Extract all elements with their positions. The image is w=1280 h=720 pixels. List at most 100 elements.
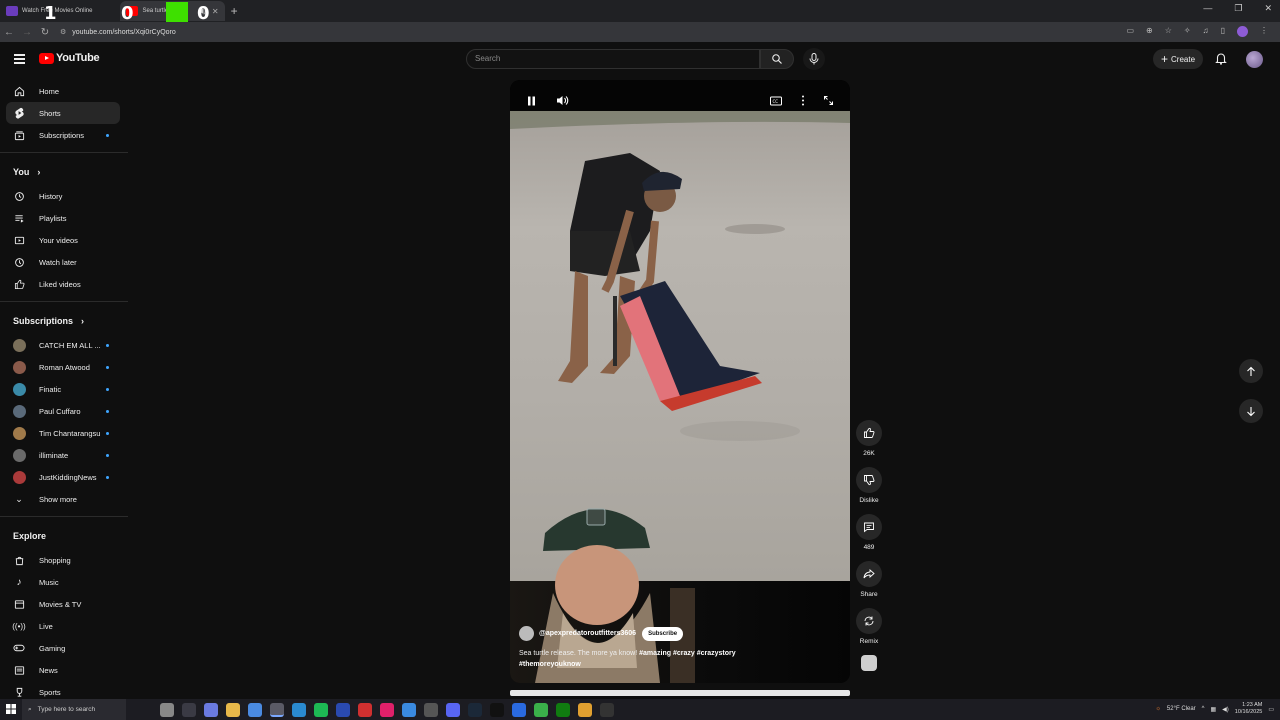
minimize-icon[interactable]: — bbox=[1203, 3, 1212, 14]
sidebar-item-live[interactable]: ((•)) Live bbox=[0, 615, 128, 637]
windows-start-button[interactable] bbox=[0, 701, 22, 719]
discord-icon[interactable] bbox=[446, 702, 460, 717]
sidebar-item-gaming[interactable]: Gaming bbox=[0, 637, 128, 659]
weather-text[interactable]: 52°F Clear bbox=[1167, 706, 1196, 712]
previous-short-button[interactable] bbox=[1239, 359, 1263, 383]
share-action[interactable]: Share bbox=[855, 561, 883, 598]
store-icon[interactable] bbox=[248, 702, 262, 717]
pause-button[interactable] bbox=[527, 93, 536, 111]
forward-icon[interactable]: → bbox=[18, 27, 36, 38]
sidebar-subscription-item[interactable]: Paul Cuffaro bbox=[0, 400, 128, 422]
sidebar-subscription-item[interactable]: Tim Chantarangsu bbox=[0, 422, 128, 444]
show-more-button[interactable]: ⌄ Show more bbox=[0, 488, 128, 510]
voice-search-button[interactable] bbox=[803, 48, 825, 70]
back-icon[interactable]: ← bbox=[0, 27, 18, 38]
speaker-icon[interactable]: ◀) bbox=[1222, 706, 1229, 713]
address-bar[interactable]: youtube.com/shorts/Xqi0rCyQoro bbox=[72, 29, 176, 36]
media-icon[interactable]: ♫ bbox=[1203, 26, 1209, 37]
search-button[interactable] bbox=[760, 49, 794, 69]
reload-icon[interactable]: ↻ bbox=[36, 27, 54, 38]
zoom-icon[interactable]: ⊕ bbox=[1146, 26, 1153, 37]
account-avatar[interactable] bbox=[1246, 51, 1263, 68]
app-icon[interactable] bbox=[600, 702, 614, 717]
file-explorer-icon[interactable] bbox=[226, 702, 240, 717]
taskbar-app-icon[interactable] bbox=[160, 702, 174, 717]
site-info-icon[interactable]: ⚙ bbox=[60, 28, 66, 36]
hamburger-menu-icon[interactable] bbox=[14, 54, 25, 66]
maximize-icon[interactable]: ❐ bbox=[1234, 3, 1242, 14]
channel-avatar[interactable] bbox=[519, 626, 534, 641]
like-action[interactable]: 26K bbox=[855, 420, 883, 457]
copilot-icon[interactable] bbox=[204, 702, 218, 717]
remix-button[interactable] bbox=[856, 608, 882, 634]
captions-button[interactable]: CC bbox=[770, 93, 782, 111]
sidebar-item-shorts[interactable]: Shorts bbox=[6, 102, 120, 124]
sidebar-item-subscriptions[interactable]: Subscriptions bbox=[0, 124, 128, 146]
network-icon[interactable]: ▦ bbox=[1211, 706, 1217, 713]
kick-icon[interactable] bbox=[490, 702, 504, 717]
steam-icon[interactable] bbox=[468, 702, 482, 717]
short-description[interactable]: Sea turtle release. The more ya know! #a… bbox=[519, 648, 779, 670]
notification-center-icon[interactable]: ▭ bbox=[1268, 706, 1274, 713]
dislike-button[interactable] bbox=[856, 467, 882, 493]
app-icon[interactable] bbox=[402, 702, 416, 717]
sidebar-item-playlists[interactable]: Playlists bbox=[0, 207, 128, 229]
taskbar-search[interactable]: ⌕ Type here to search bbox=[22, 699, 126, 720]
clock[interactable]: 1:23 AM 10/16/2025 bbox=[1235, 702, 1263, 716]
fullscreen-button[interactable] bbox=[823, 93, 834, 111]
sidebar-item-home[interactable]: Home bbox=[0, 80, 128, 102]
comments-button[interactable] bbox=[856, 514, 882, 540]
edge-icon[interactable] bbox=[292, 702, 306, 717]
close-tab-icon[interactable]: ✕ bbox=[212, 7, 219, 16]
profile-avatar-icon[interactable] bbox=[1237, 26, 1248, 37]
create-button[interactable]: + Create bbox=[1153, 49, 1203, 69]
close-window-icon[interactable]: ✕ bbox=[1264, 3, 1272, 14]
app-icon[interactable] bbox=[578, 702, 592, 717]
sidepanel-icon[interactable]: ▯ bbox=[1221, 26, 1225, 37]
notifications-button[interactable] bbox=[1215, 52, 1227, 70]
comments-action[interactable]: 489 bbox=[855, 514, 883, 551]
cast-icon[interactable]: ▭ bbox=[1126, 26, 1134, 37]
sidebar-subscription-item[interactable]: Finatic bbox=[0, 378, 128, 400]
app-icon[interactable] bbox=[358, 702, 372, 717]
channel-name[interactable]: @apexpredatoroutfitters3606 bbox=[539, 630, 636, 637]
sidebar-heading-subscriptions[interactable]: Subscriptions › bbox=[0, 308, 128, 334]
tray-chevron-icon[interactable]: ^ bbox=[1202, 706, 1205, 712]
app-icon[interactable] bbox=[424, 702, 438, 717]
sidebar-item-your-videos[interactable]: Your videos bbox=[0, 229, 128, 251]
sidebar-item-shopping[interactable]: Shopping bbox=[0, 549, 128, 571]
sidebar-subscription-item[interactable]: illiminate bbox=[0, 444, 128, 466]
app-icon[interactable] bbox=[380, 702, 394, 717]
sidebar-subscription-item[interactable]: JustKiddingNews bbox=[0, 466, 128, 488]
dislike-action[interactable]: Dislike bbox=[855, 467, 883, 504]
new-tab-icon[interactable]: + bbox=[231, 4, 238, 18]
task-view-icon[interactable] bbox=[182, 702, 196, 717]
sidebar-subscription-item[interactable]: CATCH EM ALL ... bbox=[0, 334, 128, 356]
like-button[interactable] bbox=[856, 420, 882, 446]
more-options-button[interactable] bbox=[801, 93, 805, 111]
share-button[interactable] bbox=[856, 561, 882, 587]
sidebar-item-watch-later[interactable]: Watch later bbox=[0, 251, 128, 273]
next-short-button[interactable] bbox=[1239, 399, 1263, 423]
sidebar-item-movies-tv[interactable]: Movies & TV bbox=[0, 593, 128, 615]
shorts-player[interactable]: CC @apexpredatoroutfitters3606 Subscribe… bbox=[510, 80, 850, 683]
youtube-logo[interactable]: YouTube bbox=[39, 52, 100, 64]
sidebar-heading-you[interactable]: You › bbox=[0, 159, 128, 185]
sidebar-subscription-item[interactable]: Roman Atwood bbox=[0, 356, 128, 378]
sidebar-item-news[interactable]: News bbox=[0, 659, 128, 681]
hashtags[interactable]: #themoreyouknow bbox=[519, 661, 581, 668]
remix-action[interactable]: Remix bbox=[855, 608, 883, 645]
hashtags[interactable]: #amazing #crazy #crazystory bbox=[639, 650, 736, 657]
kebab-menu-icon[interactable]: ⋮ bbox=[1260, 26, 1268, 37]
volume-button[interactable] bbox=[556, 93, 569, 111]
app-icon[interactable] bbox=[336, 702, 350, 717]
extensions-icon[interactable]: ✧ bbox=[1184, 26, 1191, 37]
xbox-icon[interactable] bbox=[556, 702, 570, 717]
spotify-icon[interactable] bbox=[314, 702, 328, 717]
sidebar-item-history[interactable]: History bbox=[0, 185, 128, 207]
chrome-icon[interactable] bbox=[270, 702, 284, 717]
app-icon[interactable] bbox=[512, 702, 526, 717]
bookmark-star-icon[interactable]: ☆ bbox=[1165, 26, 1172, 37]
sidebar-item-music[interactable]: ♪ Music bbox=[0, 571, 128, 593]
sound-thumbnail[interactable] bbox=[861, 655, 877, 671]
